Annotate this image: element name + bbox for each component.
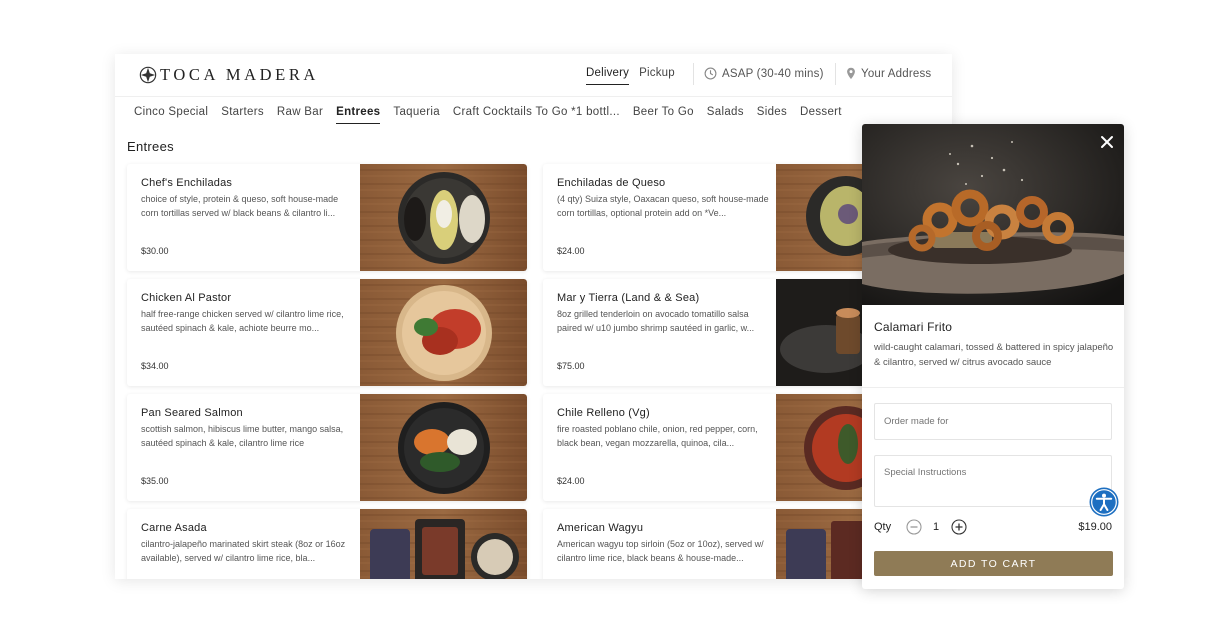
logo-mark-icon <box>139 66 157 84</box>
add-to-cart-button[interactable]: ADD TO CART <box>874 551 1113 576</box>
divider <box>693 63 694 85</box>
menu-item-price: $35.00 <box>141 476 169 486</box>
divider <box>835 63 836 85</box>
category-nav: Cinco Special Starters Raw Bar Entrees T… <box>134 106 842 124</box>
menu-item-price: $24.00 <box>557 476 585 486</box>
menu-item-price: $30.00 <box>141 246 169 256</box>
menu-item-card[interactable]: Chicken Al Pastor half free-range chicke… <box>127 279 527 386</box>
menu-item-name: Pan Seared Salmon <box>141 407 243 419</box>
location-pin-icon <box>847 67 855 80</box>
brand-name: TOCA MADERA <box>160 65 319 84</box>
menu-item-card[interactable]: Chef's Enchiladas choice of style, prote… <box>127 164 527 271</box>
clock-icon <box>704 67 717 80</box>
menu-item-description: fire roasted poblano chile, onion, red p… <box>557 424 758 448</box>
menu-item-name: Carne Asada <box>141 522 207 534</box>
menu-item-description: scottish salmon, hibiscus lime butter, m… <box>141 424 344 448</box>
accessibility-icon[interactable] <box>1089 487 1119 517</box>
menu-item-name: Enchiladas de Queso <box>557 177 666 189</box>
category-salads[interactable]: Salads <box>707 106 744 124</box>
menu-item-card[interactable]: Carne Asada cilantro-jalapeño marinated … <box>127 509 527 579</box>
close-icon[interactable] <box>1098 133 1116 151</box>
category-taqueria[interactable]: Taqueria <box>393 106 440 124</box>
brand-logo[interactable]: TOCA MADERA <box>139 65 319 85</box>
menu-item-name: Chef's Enchiladas <box>141 177 233 189</box>
menu-item-name: Chicken Al Pastor <box>141 292 232 304</box>
menu-item-price: $24.00 <box>557 246 585 256</box>
tab-delivery[interactable]: Delivery <box>586 67 630 85</box>
menu-item-name: Mar y Tierra (Land & & Sea) <box>557 292 700 304</box>
item-title: Calamari Frito <box>874 320 953 334</box>
category-beer-to-go[interactable]: Beer To Go <box>633 106 694 124</box>
divider <box>862 387 1124 388</box>
menu-item-photo <box>360 279 527 386</box>
category-sides[interactable]: Sides <box>757 106 787 124</box>
menu-item-name: Chile Relleno (Vg) <box>557 407 650 419</box>
menu-item-description: (4 qty) Suiza style, Oaxacan queso, soft… <box>557 194 769 218</box>
minus-circle-icon[interactable] <box>906 519 922 535</box>
plus-circle-icon[interactable] <box>951 519 967 535</box>
category-dessert[interactable]: Dessert <box>800 106 842 124</box>
top-bar: TOCA MADERA Delivery Pickup ASAP (30-40 … <box>115 54 952 97</box>
category-entrees[interactable]: Entrees <box>336 106 381 124</box>
quantity-label: Qty <box>874 521 892 533</box>
menu-item-description: cilantro-jalapeño marinated skirt steak … <box>141 539 346 563</box>
menu-item-photo <box>360 164 527 271</box>
ordering-app: TOCA MADERA Delivery Pickup ASAP (30-40 … <box>115 54 952 579</box>
menu-item-description: 8oz grilled tenderloin on avocado tomati… <box>557 309 755 333</box>
delivery-time-label: ASAP (30-40 mins) <box>722 67 824 80</box>
menu-item-photo <box>360 509 527 579</box>
menu-item-price: $34.00 <box>141 361 169 371</box>
menu-item-description: half free-range chicken served w/ cilant… <box>141 309 344 333</box>
quantity-value: 1 <box>932 521 940 533</box>
menu-item-card[interactable]: Pan Seared Salmon scottish salmon, hibis… <box>127 394 527 501</box>
menu-item-description: choice of style, protein & queso, soft h… <box>141 194 339 218</box>
category-cinco-special[interactable]: Cinco Special <box>134 106 208 124</box>
section-title: Entrees <box>127 139 174 154</box>
delivery-time-selector[interactable]: ASAP (30-40 mins) <box>704 67 824 80</box>
menu-item-price: $75.00 <box>557 361 585 371</box>
item-detail-modal: Calamari Frito wild-caught calamari, tos… <box>862 124 1124 589</box>
address-selector[interactable]: Your Address <box>846 67 931 80</box>
item-description: wild-caught calamari, tossed & battered … <box>874 342 1114 368</box>
category-raw-bar[interactable]: Raw Bar <box>277 106 323 124</box>
special-instructions-input[interactable] <box>874 455 1112 507</box>
order-made-for-input[interactable] <box>874 403 1112 440</box>
fulfillment-mode-tabs: Delivery Pickup <box>586 67 675 85</box>
address-label: Your Address <box>861 67 932 80</box>
item-hero-photo <box>862 124 1124 305</box>
menu-item-photo <box>360 394 527 501</box>
item-total-price: $19.00 <box>1078 521 1112 533</box>
menu-item-name: American Wagyu <box>557 522 644 534</box>
category-craft-cocktails[interactable]: Craft Cocktails To Go *1 bottl... <box>453 106 620 124</box>
category-starters[interactable]: Starters <box>221 106 264 124</box>
menu-item-description: American wagyu top sirloin (5oz or 10oz)… <box>557 539 764 563</box>
tab-pickup[interactable]: Pickup <box>639 67 675 85</box>
